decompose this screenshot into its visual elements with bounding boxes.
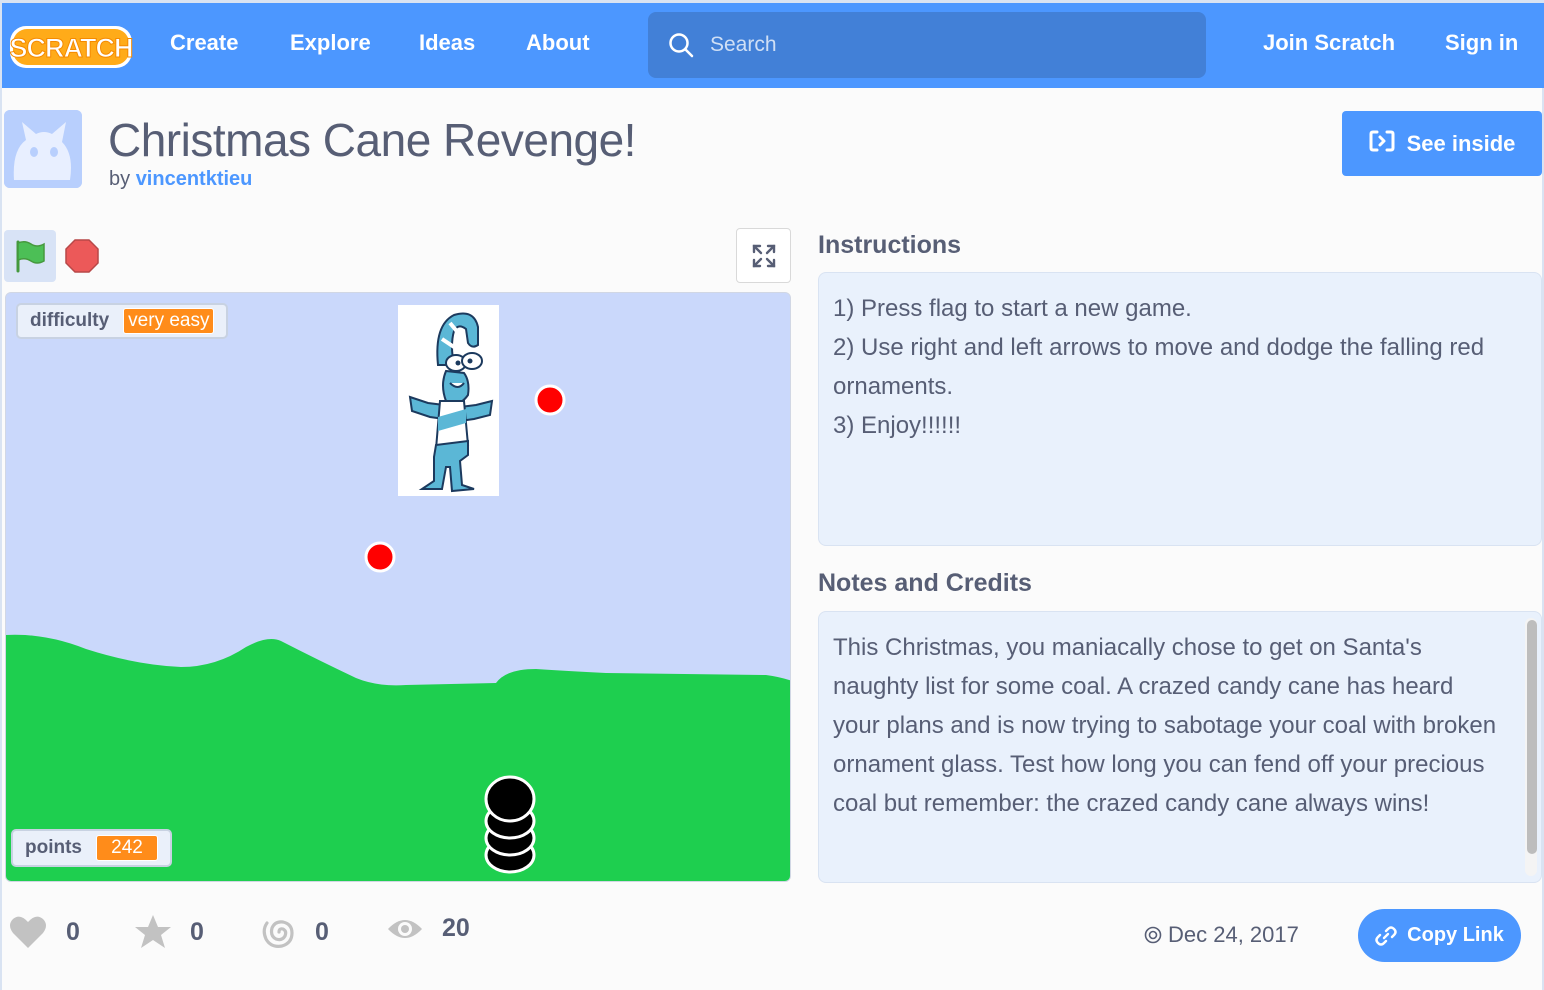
join-scratch-link[interactable]: Join Scratch bbox=[1263, 30, 1395, 56]
red-ornament bbox=[534, 384, 566, 416]
search-input[interactable] bbox=[710, 26, 1190, 64]
see-inside-label: See inside bbox=[1406, 130, 1516, 156]
instruction-line: 1) Press flag to start a new game. bbox=[833, 295, 1192, 322]
points-label: points bbox=[25, 837, 82, 858]
top-navbar: SCRATCH Create Explore Ideas About Join … bbox=[2, 0, 1544, 88]
logo-text: SCRATCH bbox=[10, 33, 133, 63]
share-date: Dec 24, 2017 bbox=[1144, 922, 1299, 948]
search-bar[interactable] bbox=[648, 12, 1206, 78]
project-title: Christmas Cane Revenge! bbox=[108, 114, 636, 166]
green-flag-icon bbox=[16, 240, 45, 273]
link-icon bbox=[1375, 925, 1397, 946]
remix-count: 0 bbox=[315, 917, 329, 946]
view-count: 20 bbox=[442, 914, 470, 942]
coal-stack bbox=[484, 775, 536, 874]
star-icon bbox=[135, 915, 171, 948]
notes-scrollbar[interactable] bbox=[1525, 618, 1537, 876]
remix-stat: 0 bbox=[261, 914, 329, 950]
candy-cane-sprite bbox=[398, 305, 499, 496]
instruction-line: 2) Use right and left arrows to move and… bbox=[833, 334, 1485, 400]
red-ornament bbox=[364, 541, 396, 573]
author-avatar[interactable] bbox=[4, 110, 82, 188]
difficulty-label: difficulty bbox=[30, 310, 110, 331]
date-text: Dec 24, 2017 bbox=[1168, 922, 1299, 947]
favorite-count: 0 bbox=[190, 917, 204, 946]
see-inside-button[interactable]: See inside bbox=[1342, 111, 1542, 176]
by-label: by bbox=[109, 168, 131, 190]
green-flag-button[interactable] bbox=[4, 230, 56, 282]
instructions-heading: Instructions bbox=[818, 231, 962, 259]
heart-icon bbox=[10, 916, 46, 948]
author-link[interactable]: vincentktieu bbox=[136, 168, 253, 190]
scratch-logo[interactable]: SCRATCH bbox=[8, 22, 134, 72]
view-stat: 20 bbox=[386, 914, 470, 943]
points-value: 242 bbox=[96, 835, 158, 861]
instructions-panel: 1) Press flag to start a new game. 2) Us… bbox=[818, 272, 1542, 546]
nav-about-link[interactable]: About bbox=[526, 30, 590, 56]
copy-link-label: Copy Link bbox=[1407, 924, 1504, 946]
nav-create-link[interactable]: Create bbox=[170, 30, 238, 56]
notes-text: This Christmas, you maniacally chose to … bbox=[833, 634, 1497, 817]
remix-arrows-icon bbox=[1369, 129, 1395, 159]
love-stat[interactable]: 0 bbox=[8, 914, 80, 950]
stop-icon bbox=[65, 239, 99, 273]
notes-heading: Notes and Credits bbox=[818, 569, 1032, 597]
copyright-icon bbox=[1144, 926, 1162, 944]
stop-button[interactable] bbox=[64, 238, 100, 274]
byline: by vincentktieu bbox=[109, 168, 252, 191]
project-stage[interactable]: difficulty very easy points 242 bbox=[5, 292, 791, 882]
nav-ideas-link[interactable]: Ideas bbox=[419, 30, 475, 56]
love-count: 0 bbox=[66, 917, 80, 946]
instruction-line: 3) Enjoy!!!!!! bbox=[833, 412, 962, 439]
difficulty-value: very easy bbox=[123, 308, 215, 334]
notes-scroll-thumb[interactable] bbox=[1527, 620, 1537, 854]
nav-explore-link[interactable]: Explore bbox=[290, 30, 371, 56]
points-monitor: points 242 bbox=[11, 829, 172, 867]
eye-icon bbox=[388, 919, 422, 938]
fullscreen-icon bbox=[752, 244, 775, 267]
copy-link-button[interactable]: Copy Link bbox=[1358, 909, 1521, 962]
remix-spiral-icon bbox=[262, 920, 294, 948]
cat-icon bbox=[4, 110, 82, 188]
favorite-stat[interactable]: 0 bbox=[134, 914, 204, 950]
fullscreen-button[interactable] bbox=[736, 228, 791, 283]
sign-in-link[interactable]: Sign in bbox=[1445, 30, 1518, 56]
notes-panel: This Christmas, you maniacally chose to … bbox=[818, 611, 1542, 883]
search-icon bbox=[668, 32, 694, 58]
difficulty-monitor: difficulty very easy bbox=[16, 303, 229, 339]
